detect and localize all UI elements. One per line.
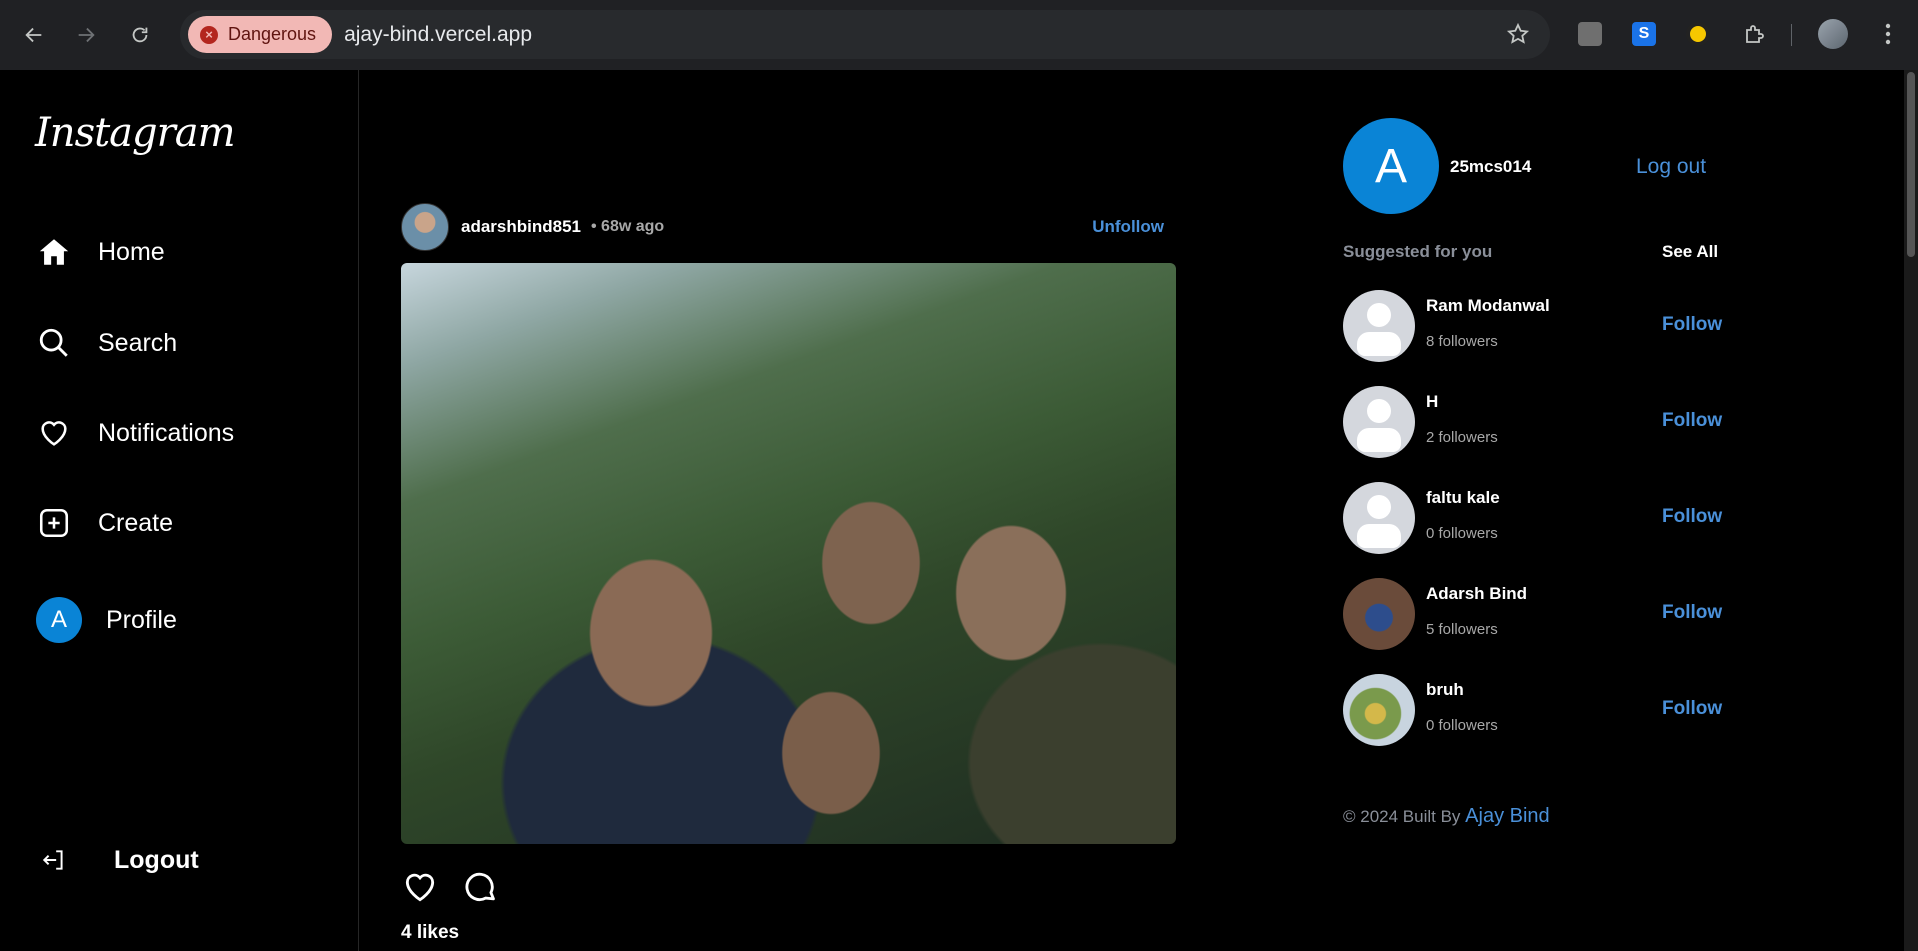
suggestions-title: Suggested for you: [1343, 242, 1493, 261]
home-icon: [36, 234, 72, 270]
footer-text: © 2024 Built By: [1343, 807, 1461, 826]
puzzle-icon: [1746, 25, 1764, 43]
toolbar-divider: [1791, 24, 1792, 46]
default-avatar-icon[interactable]: [1343, 290, 1415, 362]
address-bar[interactable]: × Dangerous ajay-bind.vercel.app: [180, 10, 1550, 59]
logout-button[interactable]: Logout: [36, 842, 199, 878]
reload-button[interactable]: [122, 17, 158, 53]
suggestion-name[interactable]: H: [1426, 392, 1438, 412]
sidebar-item-home[interactable]: Home: [36, 234, 165, 270]
suggestion-followers: 0 followers: [1426, 717, 1498, 734]
follow-button[interactable]: Follow: [1662, 410, 1722, 432]
extension-button-2[interactable]: S: [1630, 20, 1658, 48]
plus-square-icon: [36, 505, 72, 541]
follow-button[interactable]: Follow: [1662, 698, 1722, 720]
security-label: Dangerous: [228, 24, 317, 44]
scrollbar-thumb[interactable]: [1907, 72, 1915, 257]
suggestion-item: Adarsh Bind 5 followers Follow: [1343, 578, 1723, 650]
sidebar-item-search[interactable]: Search: [36, 325, 177, 361]
suggestion-item: Ram Modanwal 8 followers Follow: [1343, 290, 1723, 362]
extensions-menu-button[interactable]: [1740, 20, 1768, 48]
current-user-avatar[interactable]: A: [1343, 118, 1439, 214]
comment-icon: [465, 872, 495, 901]
sidebar-item-label: Notifications: [98, 418, 235, 447]
current-user-username[interactable]: 25mcs014: [1450, 157, 1531, 177]
security-chip[interactable]: × Dangerous: [188, 16, 333, 53]
extension-gray-icon: [1578, 22, 1602, 46]
sidebar-item-label: Profile: [106, 605, 177, 634]
post-actions: [401, 868, 499, 911]
sidebar-item-label: Create: [98, 508, 174, 537]
reload-icon: [132, 27, 148, 43]
follow-button[interactable]: Follow: [1662, 506, 1722, 528]
search-icon: [36, 325, 72, 361]
url-text: ajay-bind.vercel.app: [344, 22, 533, 46]
sidebar: Instagram Home Search Notifications Crea…: [0, 70, 359, 951]
default-avatar-icon[interactable]: [1343, 482, 1415, 554]
danger-icon: ×: [200, 25, 218, 44]
follow-button[interactable]: Follow: [1662, 602, 1722, 624]
app-logo[interactable]: Instagram: [35, 110, 236, 156]
post-header: adarshbind851 • 68w ago Unfollow: [401, 203, 1164, 251]
suggestion-name[interactable]: Adarsh Bind: [1426, 584, 1527, 604]
suggestion-followers: 5 followers: [1426, 621, 1498, 638]
extension-button-3[interactable]: [1684, 20, 1712, 48]
avatar[interactable]: [1343, 578, 1415, 650]
extension-target-icon: [1686, 22, 1710, 46]
like-button[interactable]: [401, 868, 439, 911]
browser-profile-avatar[interactable]: [1818, 19, 1848, 49]
heart-icon: [405, 873, 435, 902]
footer: © 2024 Built By Ajay Bind: [1343, 805, 1550, 828]
post-author-avatar[interactable]: [401, 203, 449, 251]
suggestion-name[interactable]: bruh: [1426, 680, 1464, 700]
suggestion-followers: 0 followers: [1426, 525, 1498, 542]
suggestion-name[interactable]: Ram Modanwal: [1426, 296, 1550, 316]
log-out-link[interactable]: Log out: [1636, 155, 1706, 179]
extension-button-1[interactable]: [1576, 20, 1604, 48]
bookmark-button[interactable]: [1506, 22, 1530, 51]
follow-button[interactable]: Follow: [1662, 314, 1722, 336]
arrow-right-icon: [78, 27, 95, 43]
back-button[interactable]: [16, 17, 52, 53]
post-image[interactable]: [401, 263, 1176, 844]
sidebar-item-create[interactable]: Create: [36, 505, 173, 541]
sidebar-item-label: Search: [98, 328, 178, 357]
browser-toolbar: × Dangerous ajay-bind.vercel.app S: [0, 0, 1918, 70]
star-icon: [1506, 22, 1530, 44]
likes-count: 4 likes: [401, 922, 460, 943]
see-all-link[interactable]: See All: [1662, 242, 1718, 262]
kebab-menu-icon: [1885, 23, 1891, 45]
suggestion-item: bruh 0 followers Follow: [1343, 674, 1723, 746]
unfollow-button[interactable]: Unfollow: [1092, 217, 1164, 237]
sidebar-item-label: Home: [98, 237, 165, 266]
post-timestamp: • 68w ago: [591, 218, 665, 235]
logout-icon: [36, 842, 72, 878]
forward-button[interactable]: [68, 17, 104, 53]
page-scrollbar[interactable]: [1904, 70, 1918, 951]
suggestion-item: H 2 followers Follow: [1343, 386, 1723, 458]
suggestion-name[interactable]: faltu kale: [1426, 488, 1500, 508]
sidebar-item-notifications[interactable]: Notifications: [36, 415, 234, 451]
arrow-left-icon: [25, 27, 42, 43]
suggestion-followers: 8 followers: [1426, 333, 1498, 350]
extension-blue-icon: S: [1632, 22, 1656, 46]
browser-menu-button[interactable]: [1874, 20, 1902, 48]
suggestion-followers: 2 followers: [1426, 429, 1498, 446]
heart-icon: [36, 415, 72, 451]
footer-author-link[interactable]: Ajay Bind: [1465, 805, 1550, 827]
post-author-username[interactable]: adarshbind851: [461, 217, 581, 237]
logout-label: Logout: [114, 845, 199, 874]
sidebar-item-profile[interactable]: A Profile: [36, 597, 177, 643]
avatar[interactable]: [1343, 674, 1415, 746]
avatar: A: [36, 597, 82, 643]
suggestion-item: faltu kale 0 followers Follow: [1343, 482, 1723, 554]
comment-button[interactable]: [461, 868, 499, 911]
default-avatar-icon[interactable]: [1343, 386, 1415, 458]
